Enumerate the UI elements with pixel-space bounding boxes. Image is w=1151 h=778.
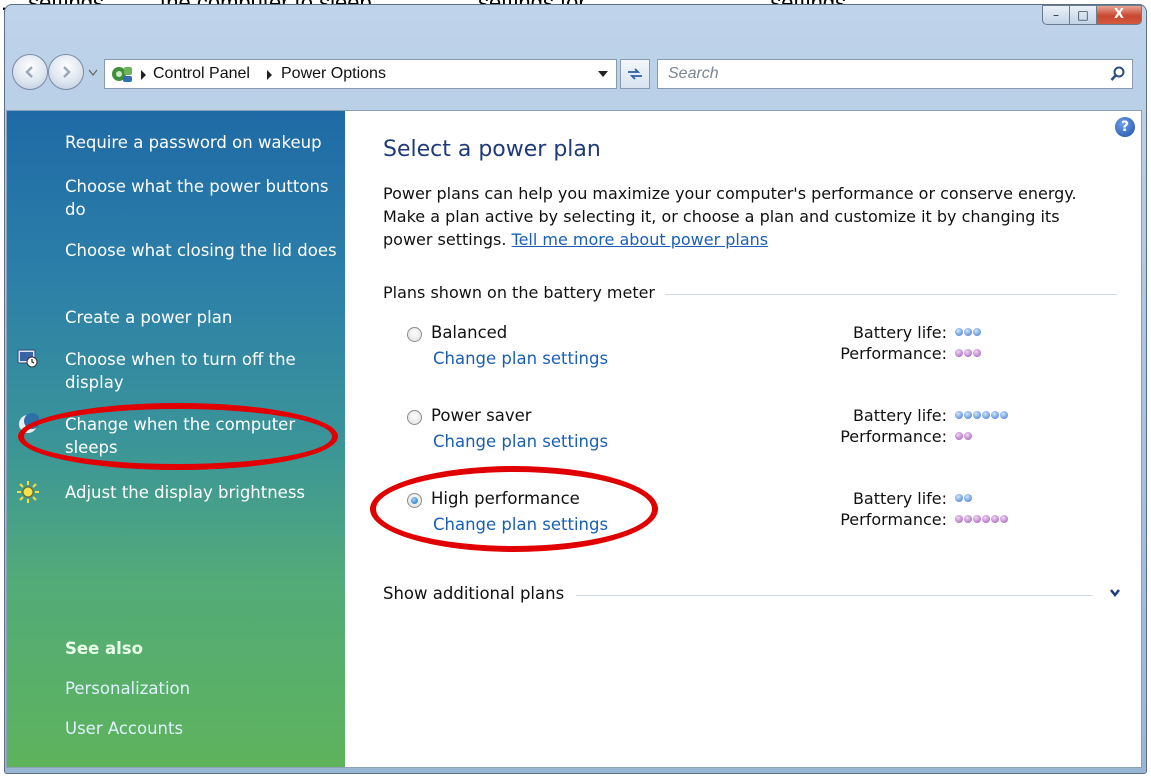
change-plan-settings-link[interactable]: Change plan settings [433, 349, 608, 368]
battery-dot [955, 411, 963, 419]
minimize-icon: – [1053, 8, 1059, 22]
performance-dot [973, 349, 981, 357]
battery-dot [973, 411, 981, 419]
plan-radio-balanced[interactable] [407, 327, 422, 342]
brightness-icon [17, 481, 39, 503]
see-also-heading: See also [65, 639, 143, 658]
battery-life-label: Battery life: [852, 323, 947, 342]
minimize-button[interactable]: – [1042, 5, 1070, 25]
address-bar[interactable]: Control Panel Power Options [104, 59, 617, 89]
plan-radio-power-saver[interactable] [407, 410, 422, 425]
see-also-user-accounts[interactable]: User Accounts [65, 719, 183, 738]
performance-dot [964, 349, 972, 357]
battery-life-meter [955, 324, 982, 338]
group-label: Plans shown on the battery meter [383, 283, 666, 302]
see-also-personalization[interactable]: Personalization [65, 679, 190, 698]
plan-balanced: Balanced Change plan settings Battery li… [407, 323, 1127, 373]
performance-label: Performance: [840, 427, 947, 446]
refresh-button[interactable] [620, 59, 650, 89]
battery-dot [982, 411, 990, 419]
performance-dot [955, 515, 963, 523]
plan-radio-high-performance[interactable] [407, 493, 422, 508]
display-off-icon [17, 349, 38, 368]
sidebar-item-require-password[interactable]: Require a password on wakeup [65, 131, 337, 154]
change-plan-settings-link[interactable]: Change plan settings [433, 432, 608, 451]
performance-meter [955, 511, 1009, 525]
sidebar-item-turn-off-display[interactable]: Choose when to turn off the display [65, 348, 337, 394]
breadcrumb-control-panel[interactable]: Control Panel [153, 65, 250, 83]
battery-dot [1000, 411, 1008, 419]
performance-dot [964, 432, 972, 440]
content-area: Require a password on wakeup Choose what… [6, 110, 1142, 768]
plan-name[interactable]: Power saver [431, 406, 532, 425]
battery-dot [964, 494, 972, 502]
performance-dot [973, 515, 981, 523]
chevron-down-icon[interactable] [1109, 588, 1121, 598]
breadcrumb-separator-icon [141, 70, 146, 80]
search-box[interactable]: Search [657, 59, 1133, 89]
close-icon: X [1113, 7, 1125, 22]
plan-power-saver: Power saver Change plan settings Battery… [407, 406, 1127, 456]
performance-meter [955, 345, 982, 359]
performance-dot [1000, 515, 1008, 523]
forward-arrow-icon [63, 66, 71, 78]
sidebar-item-closing-lid[interactable]: Choose what closing the lid does [65, 239, 337, 262]
help-icon[interactable]: ? [1115, 117, 1135, 137]
refresh-icon [628, 68, 642, 80]
breadcrumb-separator-icon [267, 70, 272, 80]
recent-pages-dropdown-icon[interactable] [88, 67, 98, 77]
page-title: Select a power plan [383, 137, 601, 162]
intro-text: Power plans can help you maximize your c… [383, 182, 1103, 251]
performance-dot [991, 515, 999, 523]
performance-dot [955, 349, 963, 357]
navigation-bar: Control Panel Power Options Search [12, 53, 1137, 95]
close-button[interactable]: X [1096, 5, 1142, 25]
battery-dot [955, 328, 963, 336]
maximize-button[interactable]: □ [1069, 5, 1097, 25]
title-bar-buttons: – □ X [1042, 5, 1142, 25]
breadcrumb-power-options[interactable]: Power Options [281, 65, 386, 83]
battery-life-label: Battery life: [852, 489, 947, 508]
battery-dot [955, 494, 963, 502]
battery-life-meter [955, 490, 973, 504]
sidebar-item-computer-sleeps[interactable]: Change when the computer sleeps [65, 413, 337, 459]
show-additional-plans[interactable]: Show additional plans [383, 584, 577, 603]
performance-dot [964, 515, 972, 523]
performance-label: Performance: [840, 510, 947, 529]
plan-name[interactable]: High performance [431, 489, 580, 508]
change-plan-settings-link[interactable]: Change plan settings [433, 515, 608, 534]
address-dropdown-icon[interactable] [598, 71, 608, 77]
battery-dot [991, 411, 999, 419]
battery-dot [964, 328, 972, 336]
performance-dot [982, 515, 990, 523]
maximize-icon: □ [1077, 8, 1089, 22]
back-arrow-icon [25, 66, 33, 78]
plan-name[interactable]: Balanced [431, 323, 507, 342]
battery-dot [973, 328, 981, 336]
sidebar-item-create-plan[interactable]: Create a power plan [65, 306, 337, 329]
battery-dot [964, 411, 972, 419]
search-icon[interactable] [1110, 66, 1126, 82]
plan-high-performance: High performance Change plan settings Ba… [407, 489, 1127, 539]
performance-dot [955, 432, 963, 440]
power-plans-help-link[interactable]: Tell me more about power plans [512, 230, 769, 249]
performance-label: Performance: [840, 344, 947, 363]
battery-life-meter [955, 407, 1009, 421]
sleep-moon-icon [19, 413, 39, 433]
task-pane: Require a password on wakeup Choose what… [7, 111, 345, 767]
sidebar-item-power-buttons[interactable]: Choose what the power buttons do [65, 175, 337, 221]
main-pane: ? Select a power plan Power plans can he… [345, 111, 1141, 767]
battery-life-label: Battery life: [852, 406, 947, 425]
performance-meter [955, 428, 973, 442]
search-input[interactable]: Search [668, 65, 719, 83]
sidebar-item-display-brightness[interactable]: Adjust the display brightness [65, 481, 337, 504]
forward-button[interactable] [48, 54, 84, 90]
control-panel-icon [112, 67, 132, 82]
back-button[interactable] [12, 54, 48, 90]
